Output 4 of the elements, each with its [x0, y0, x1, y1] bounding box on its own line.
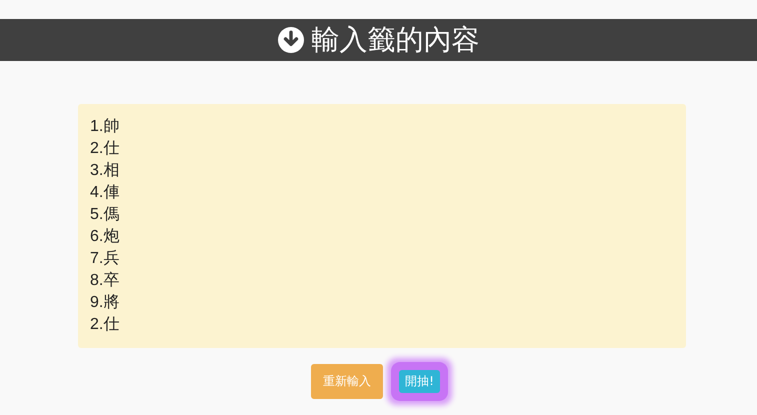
reset-button[interactable]: 重新輸入	[311, 364, 384, 399]
text-input-area[interactable]: 1.帥 2.仕 3.相 4.俥 5.傌 6.炮 7.兵 8.卒 9.將 2.仕	[78, 104, 686, 348]
start-button[interactable]: 開抽!	[399, 370, 440, 393]
page-title: 輸入籤的內容	[312, 24, 480, 56]
